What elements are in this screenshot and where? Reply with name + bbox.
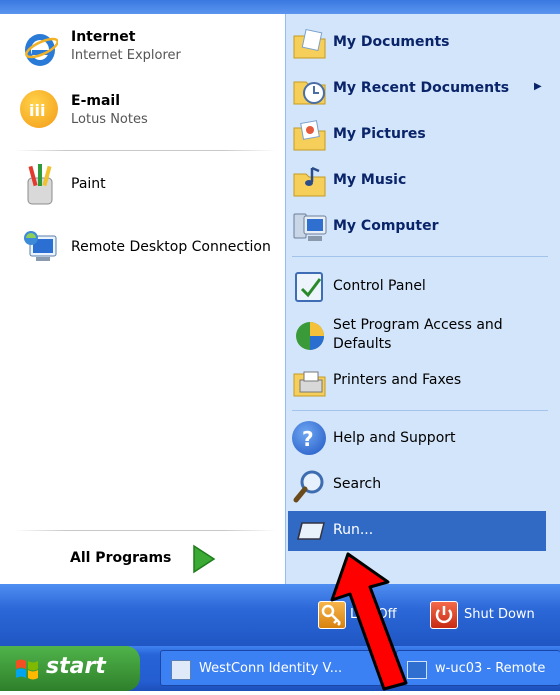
ie-window-icon [171,660,191,680]
pinned-item-title: Internet [71,29,136,45]
green-arrow-icon [190,543,218,579]
my-documents-icon [292,26,328,62]
help-label: Search [333,476,382,492]
place-my-music[interactable]: My Music [288,160,550,202]
search-icon [292,468,328,504]
recent-program-label: Remote Desktop Connection [71,239,271,255]
recent-program-label: Paint [71,176,106,192]
lotus-notes-icon: iii [20,90,58,128]
settings-control-panel[interactable]: Control Panel [288,265,550,307]
run-icon [296,517,326,545]
pinned-separator [14,150,276,151]
place-label: My Computer [333,218,439,234]
recent-program-paint[interactable]: Paint [14,160,276,210]
shut-down-button[interactable]: Shut Down [428,600,550,630]
place-my-recent-documents[interactable]: My Recent Documents ▶ [288,68,550,110]
pinned-item-subtitle: Lotus Notes [71,112,148,127]
recent-program-remote-desktop[interactable]: Remote Desktop Connection [14,222,279,272]
pinned-item-internet[interactable]: Internet Internet Explorer [14,24,276,72]
settings-label: Printers and Faxes [333,372,462,388]
pinned-item-title: E-mail [71,93,121,109]
my-computer-icon [292,210,328,246]
places-separator [292,256,548,257]
place-label: My Documents [333,34,450,50]
settings-printers-faxes[interactable]: Printers and Faxes [288,360,550,402]
windows-logo-icon [14,657,40,685]
taskbar-button-label: WestConn Identity V... [199,661,343,676]
start-menu-top-strip [0,0,560,14]
run-item[interactable]: Run... [288,511,546,551]
help-label: Run... [333,522,374,538]
all-programs-separator [14,530,276,531]
paint-icon [22,164,58,205]
settings-label: Set Program Access and Defaults [333,317,503,352]
start-label: start [46,654,106,679]
all-programs-label: All Programs [70,550,172,566]
settings-label: Control Panel [333,278,426,294]
help-and-support[interactable]: ? Help and Support [288,418,550,460]
start-button[interactable]: start [0,646,140,691]
svg-text:?: ? [302,427,314,451]
annotation-arrow-icon [330,548,430,695]
pinned-item-subtitle: Internet Explorer [71,48,181,63]
program-access-icon [292,318,328,354]
taskbar-button-label: w-uc03 - Remote [435,661,546,676]
help-label: Help and Support [333,430,456,446]
place-label: My Pictures [333,126,426,142]
my-music-icon [292,164,328,200]
place-label: My Recent Documents [333,80,510,96]
settings-separator [292,410,548,411]
control-panel-icon [292,269,328,305]
submenu-arrow-icon: ▶ [534,81,542,92]
shut-down-label: Shut Down [464,607,535,622]
svg-text:iii: iii [29,101,45,120]
my-recent-documents-icon [292,72,328,108]
internet-explorer-icon [22,28,59,66]
place-label: My Music [333,172,407,188]
settings-program-access[interactable]: Set Program Access and Defaults [288,312,550,358]
shut-down-power-icon [430,601,458,629]
all-programs-button[interactable]: All Programs [60,540,230,578]
help-icon: ? [292,421,326,455]
place-my-pictures[interactable]: My Pictures [288,114,550,156]
pinned-item-email[interactable]: iii E-mail Lotus Notes [14,86,276,134]
printers-faxes-icon [292,364,328,400]
my-pictures-icon [292,118,328,154]
search-item[interactable]: Search [288,464,550,506]
place-my-computer[interactable]: My Computer [288,206,550,248]
remote-desktop-icon [22,226,58,262]
place-my-documents[interactable]: My Documents [288,22,550,64]
